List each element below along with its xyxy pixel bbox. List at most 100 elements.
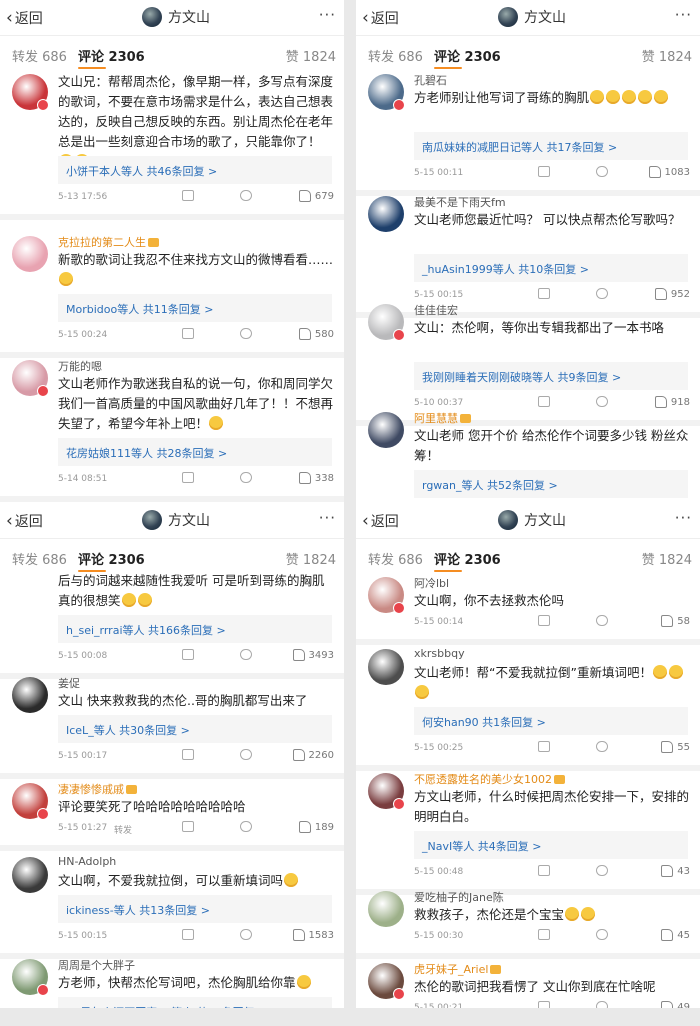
commenter-name[interactable]: 周周是个大胖子 (58, 957, 135, 973)
like-button[interactable]: 49 (661, 1001, 690, 1008)
comment-icon[interactable] (240, 749, 252, 760)
reply-summary-link[interactable]: h_sei_rrrai等人 共166条回复 > (58, 615, 332, 643)
tab-likes[interactable]: 赞 1824 (286, 549, 336, 568)
commenter-avatar[interactable] (12, 783, 49, 820)
commenter-name[interactable]: 阿冷lbl (414, 575, 449, 591)
back-button[interactable]: ‹ 返回 (362, 8, 399, 28)
commenter-name[interactable]: HN-Adolph (58, 855, 116, 868)
reply-summary-link[interactable]: 何安han90 共1条回复 > (414, 707, 688, 735)
forward-label[interactable]: 转发 (114, 823, 132, 836)
like-button[interactable]: 58 (661, 615, 690, 627)
comment-icon[interactable] (240, 821, 252, 832)
share-icon[interactable] (538, 1001, 550, 1008)
comment-icon[interactable] (596, 929, 608, 940)
reply-summary-link[interactable]: 小饼干本人等人 共46条回复 > (58, 156, 332, 184)
tab-repost[interactable]: 转发 686 (12, 549, 67, 568)
commenter-name[interactable]: 万能的嗯 (58, 358, 102, 374)
tab-comments[interactable]: 评论 2306 (434, 46, 501, 65)
share-icon[interactable] (182, 190, 194, 201)
commenter-avatar[interactable] (368, 74, 405, 111)
more-icon[interactable]: ··· (319, 6, 336, 24)
share-icon[interactable] (182, 472, 194, 483)
comment-icon[interactable] (596, 865, 608, 876)
like-button[interactable]: 45 (661, 929, 690, 941)
more-icon[interactable]: ··· (675, 509, 692, 527)
commenter-name[interactable]: 阿里慧慧 (414, 410, 471, 426)
share-icon[interactable] (538, 929, 550, 940)
comment-icon[interactable] (596, 288, 608, 299)
share-icon[interactable] (182, 749, 194, 760)
share-icon[interactable] (182, 929, 194, 940)
commenter-name[interactable]: 凄凄惨惨戚戚 (58, 781, 137, 797)
commenter-avatar[interactable] (12, 360, 49, 397)
commenter-avatar[interactable] (368, 196, 404, 232)
like-button[interactable]: 952 (654, 288, 690, 300)
reply-summary-link[interactable]: rgwan_等人 共52条回复 > (414, 470, 688, 498)
account-title[interactable]: 方文山 (142, 510, 210, 530)
more-icon[interactable]: ··· (319, 509, 336, 527)
reply-summary-link[interactable]: 花房姑娘111等人 共28条回复 > (58, 438, 332, 466)
share-icon[interactable] (538, 865, 550, 876)
share-icon[interactable] (538, 396, 550, 407)
comment-icon[interactable] (240, 472, 252, 483)
tab-repost[interactable]: 转发 686 (368, 549, 423, 568)
commenter-name[interactable]: 虎牙妹子_Ariel (414, 961, 502, 977)
reply-summary-link[interactable]: IceL_等人 共30条回复 > (58, 715, 332, 743)
comment-icon[interactable] (596, 741, 608, 752)
share-icon[interactable] (538, 288, 550, 299)
like-button[interactable]: 1083 (648, 166, 690, 178)
reply-summary-link[interactable]: _NavI等人 共4条回复 > (414, 831, 688, 859)
reply-summary-link[interactable]: Morbidoo等人 共11条回复 > (58, 294, 332, 322)
commenter-name[interactable]: 克拉拉的第二人生 (58, 234, 159, 250)
account-title[interactable]: 方文山 (498, 510, 566, 530)
commenter-avatar[interactable] (368, 304, 405, 341)
more-icon[interactable]: ··· (675, 6, 692, 24)
tab-likes[interactable]: 赞 1824 (642, 46, 692, 65)
commenter-name[interactable]: 最美不是下雨天fm (414, 194, 506, 210)
like-button[interactable]: 679 (298, 190, 334, 202)
commenter-name[interactable]: xkrsbbqy (414, 647, 465, 660)
tab-repost[interactable]: 转发 686 (12, 46, 67, 65)
share-icon[interactable] (182, 649, 194, 660)
commenter-name[interactable]: 不愿透露姓名的美少女1002 (414, 771, 565, 787)
commenter-avatar[interactable] (368, 649, 404, 685)
comment-icon[interactable] (240, 929, 252, 940)
commenter-name[interactable]: 姜促 (58, 675, 80, 691)
share-icon[interactable] (182, 821, 194, 832)
tab-comments[interactable]: 评论 2306 (78, 46, 145, 65)
like-button[interactable]: 580 (298, 328, 334, 340)
commenter-avatar[interactable] (368, 891, 404, 927)
comment-icon[interactable] (240, 328, 252, 339)
comment-icon[interactable] (596, 166, 608, 177)
reply-summary-link[interactable]: 我刚刚睡着天刚刚破晓等人 共9条回复 > (414, 362, 688, 390)
back-button[interactable]: ‹ 返回 (362, 511, 399, 531)
tab-comments[interactable]: 评论 2306 (78, 549, 145, 568)
like-button[interactable]: 43 (661, 865, 690, 877)
like-button[interactable]: 3493 (292, 649, 334, 661)
commenter-avatar[interactable] (368, 963, 405, 1000)
back-button[interactable]: ‹ 返回 (6, 511, 43, 531)
reply-summary-link[interactable]: ickiness-等人 共13条回复 > (58, 895, 332, 923)
commenter-avatar[interactable] (12, 74, 49, 111)
commenter-name[interactable]: 佳佳佳宏 (414, 302, 458, 318)
commenter-avatar[interactable] (12, 677, 48, 713)
commenter-name[interactable]: 爱吃柚子的Jane陈 (414, 889, 504, 905)
reply-summary-link[interactable]: RP君怎么还不回家-L-等人 共25条回复 > (58, 997, 332, 1008)
reply-summary-link[interactable]: 南瓜妹妹的减肥日记等人 共17条回复 > (414, 132, 688, 160)
commenter-avatar[interactable] (12, 857, 48, 893)
account-title[interactable]: 方文山 (498, 7, 566, 27)
comment-icon[interactable] (596, 615, 608, 626)
commenter-avatar[interactable] (368, 412, 404, 448)
tab-likes[interactable]: 赞 1824 (286, 46, 336, 65)
like-button[interactable]: 1583 (292, 929, 334, 941)
share-icon[interactable] (182, 328, 194, 339)
tab-likes[interactable]: 赞 1824 (642, 549, 692, 568)
comment-icon[interactable] (596, 1001, 608, 1008)
reply-summary-link[interactable]: _huAsin1999等人 共10条回复 > (414, 254, 688, 282)
account-title[interactable]: 方文山 (142, 7, 210, 27)
comment-icon[interactable] (240, 649, 252, 660)
tab-comments[interactable]: 评论 2306 (434, 549, 501, 568)
like-button[interactable]: 189 (298, 821, 334, 833)
commenter-avatar[interactable] (368, 577, 405, 614)
like-button[interactable]: 2260 (292, 749, 334, 761)
